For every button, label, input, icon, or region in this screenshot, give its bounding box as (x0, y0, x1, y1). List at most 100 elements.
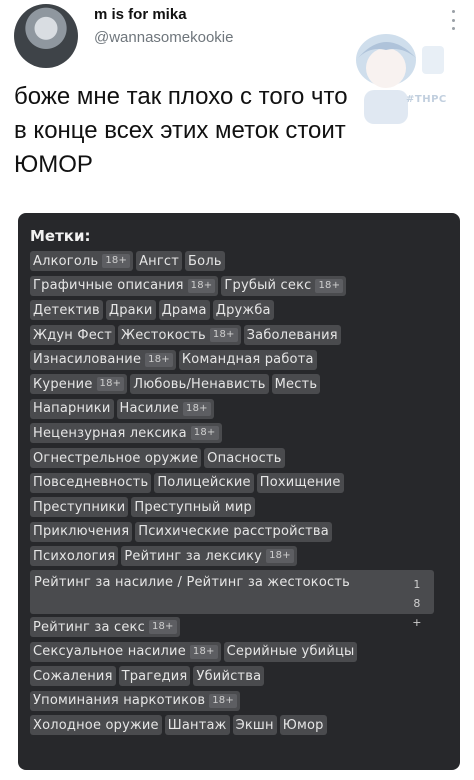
tag-label: Психология (33, 548, 116, 564)
tag-chip[interactable]: Драма (158, 300, 210, 321)
tags-title: Метки: (30, 227, 91, 245)
tag-chip[interactable]: Детектив (30, 300, 103, 321)
tag-label: Полицейские (157, 475, 251, 491)
age-rating-badge: 18+ (96, 377, 125, 392)
tag-label: Рейтинг за насилие / Рейтинг за жестокос… (34, 574, 350, 590)
tag-label: Рейтинг за секс (33, 619, 145, 635)
tweet-text: боже мне так плохо с того что в конце вс… (14, 80, 464, 182)
tag-label: Огнестрельное оружие (33, 450, 199, 466)
tag-chip[interactable]: Месть (271, 374, 321, 395)
tag-label: Приключения (33, 524, 130, 540)
age-rating-badge: 18+ (148, 620, 177, 635)
tag-chip[interactable]: Рейтинг за насилие / Рейтинг за жестокос… (30, 569, 434, 629)
tag-chip[interactable]: Дружба (212, 300, 274, 321)
tag-chip[interactable]: Огнестрельное оружие (30, 448, 202, 469)
tag-chip[interactable]: Экшн (232, 715, 277, 736)
user-names: m is for mika @wannasomekookie (94, 6, 233, 46)
age-rating-badge: 18+ (209, 693, 237, 708)
tag-label: Детектив (33, 302, 100, 318)
tag-chip[interactable]: Нецензурная лексика 18+ (30, 423, 222, 444)
tag-chip[interactable]: Сожаления (30, 666, 116, 687)
tweet-line: боже мне так плохо с того что (14, 83, 348, 110)
tag-label: Любовь/Ненависть (133, 376, 266, 392)
tag-chip[interactable]: Шантаж (164, 715, 230, 736)
tag-label: Холодное оружие (33, 717, 159, 733)
age-rating-badge: 18+ (315, 278, 344, 293)
tag-chip[interactable]: Сексуальное насилие 18+ (30, 641, 221, 662)
age-rating-badge: 18+ (189, 644, 218, 659)
tag-chip[interactable]: Повседневность (30, 472, 152, 493)
tag-chip[interactable]: Трагедия (118, 666, 191, 687)
tags-card: Метки: Алкоголь 18+ Ангст Боль Графичные опи… (18, 213, 460, 770)
tag-label: Повседневность (33, 475, 149, 491)
age-rating-badge: 18+ (412, 577, 422, 629)
tag-row: Алкоголь 18+ Ангст Боль (30, 249, 450, 274)
tag-label: Юмор (282, 717, 324, 733)
tag-label: Грубый секс (224, 278, 312, 294)
tag-chip[interactable]: Любовь/Ненависть (130, 374, 269, 395)
tag-label: Убийства (196, 668, 262, 684)
tag-chip[interactable]: Командная работа (178, 349, 317, 370)
tag-chip[interactable]: Заболевания (243, 325, 341, 346)
tag-label: Психические расстройства (138, 524, 329, 540)
tag-row: Огнестрельное оружие Опасность (30, 446, 450, 471)
tag-label: Похищение (259, 475, 341, 491)
tag-chip[interactable]: Алкоголь 18+ (30, 251, 134, 272)
tag-label: Ангст (139, 253, 180, 269)
tag-label: Дружба (215, 302, 271, 318)
tag-chip[interactable]: Опасность (204, 448, 285, 469)
age-rating-badge: 18+ (190, 426, 219, 441)
tag-row: Упоминания наркотиков 18+ (30, 689, 450, 714)
display-name[interactable]: m is for mika (94, 6, 233, 23)
tag-row: Рейтинг за секс 18+ (30, 615, 450, 640)
tag-row: Курение 18+ Любовь/Ненависть Месть (30, 372, 450, 397)
tag-chip[interactable]: Серийные убийцы (223, 641, 358, 662)
tag-chip[interactable]: Изнасилование 18+ (30, 349, 176, 370)
tag-chip[interactable]: Ждун Фест (30, 325, 116, 346)
tweet-line: в конце всех этих меток стоит (14, 117, 346, 144)
tag-chip[interactable]: Преступники (30, 497, 129, 518)
age-rating-badge: 18+ (183, 401, 211, 416)
tag-chip[interactable]: Курение 18+ (30, 374, 128, 395)
avatar[interactable] (14, 4, 78, 68)
tag-chip[interactable]: Жестокость 18+ (118, 325, 241, 346)
tag-chip[interactable]: Преступный мир (131, 497, 255, 518)
tag-chip[interactable]: Грубый секс 18+ (221, 275, 347, 296)
tag-row: Сексуальное насилие 18+ Серийные убийцы (30, 639, 450, 664)
age-rating-badge: 18+ (145, 352, 173, 367)
tag-label: Серийные убийцы (226, 644, 355, 660)
tag-chip[interactable]: Рейтинг за секс 18+ (30, 617, 180, 638)
tag-chip[interactable]: Юмор (279, 715, 327, 736)
tag-chip[interactable]: Боль (185, 251, 225, 272)
tag-label: Нецензурная лексика (33, 425, 187, 441)
user-handle[interactable]: @wannasomekookie (94, 29, 233, 46)
tag-label: Напарники (33, 401, 111, 417)
tag-chip[interactable]: Графичные описания 18+ (30, 275, 219, 296)
tag-chip[interactable]: Драки (105, 300, 156, 321)
tag-row: Преступники Преступный мир (30, 495, 450, 520)
tag-chip[interactable]: Напарники (30, 398, 114, 419)
tag-label: Опасность (207, 450, 282, 466)
tag-row: Сожаления Трагедия Убийства (30, 664, 450, 689)
tag-chip[interactable]: Рейтинг за лексику 18+ (121, 546, 297, 567)
tag-chip[interactable]: Насилие 18+ (116, 398, 214, 419)
tag-chip[interactable]: Похищение (256, 472, 344, 493)
tag-chip[interactable]: Психические расстройства (135, 521, 332, 542)
tag-label: Графичные описания (33, 278, 184, 294)
tag-chip[interactable]: Психология (30, 546, 119, 567)
tag-chip[interactable]: Ангст (136, 251, 183, 272)
tag-label: Преступники (33, 499, 126, 515)
tag-chip[interactable]: Полицейские (154, 472, 254, 493)
tag-label: Изнасилование (33, 352, 142, 368)
tag-label: Экшн (235, 717, 274, 733)
tag-row: Нецензурная лексика 18+ (30, 421, 450, 446)
tag-label: Курение (33, 376, 93, 392)
tag-chip[interactable]: Холодное оружие (30, 715, 162, 736)
tag-row: Напарники Насилие 18+ (30, 397, 450, 422)
tag-chip[interactable]: Приключения (30, 521, 133, 542)
tag-row: Повседневность Полицейские Похищение (30, 470, 450, 495)
tag-row: Рейтинг за насилие / Рейтинг за жестокос… (30, 569, 450, 629)
tag-chip[interactable]: Убийства (193, 666, 265, 687)
tag-label: Драки (108, 302, 153, 318)
tag-chip[interactable]: Упоминания наркотиков 18+ (30, 690, 240, 711)
